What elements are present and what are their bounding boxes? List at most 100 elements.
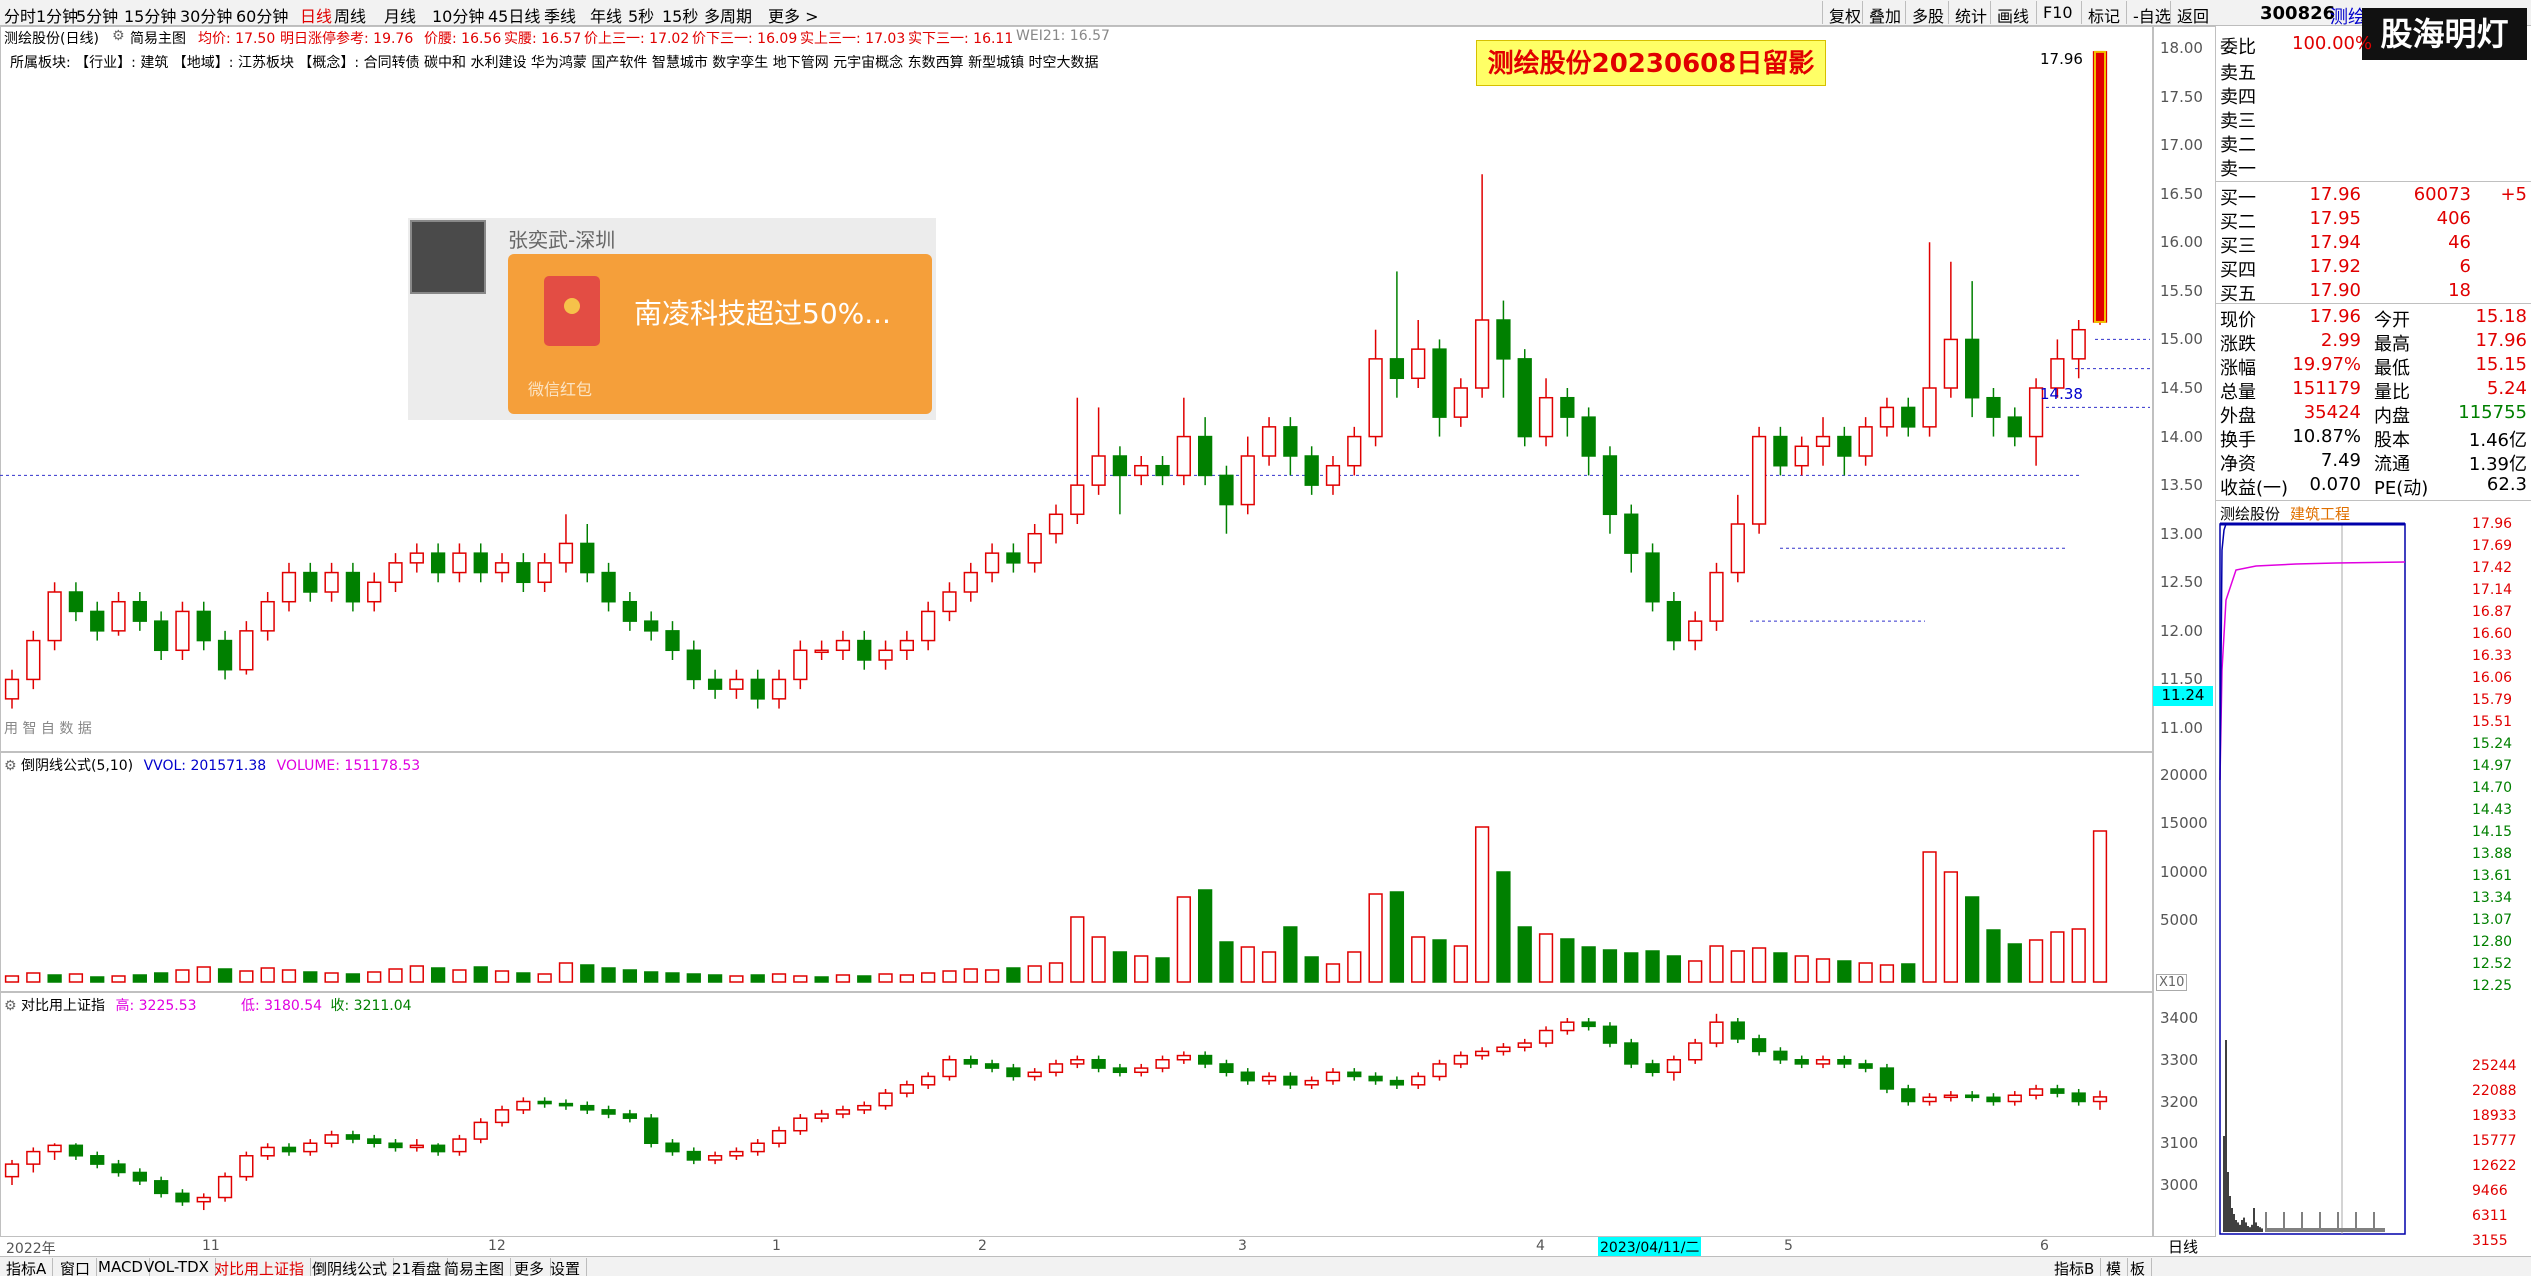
vol-indicator-name[interactable]: 倒阴线公式(5,10): [21, 758, 133, 774]
stat-row: 收益(一) 0.070 PE(动) 62.3: [2216, 473, 2531, 499]
mini-price-axis-label: 14.43: [2472, 802, 2513, 818]
price-candle: [1240, 455, 1255, 506]
price-candle: [1453, 387, 1468, 418]
mini-volume-axis-label: 9466: [2472, 1183, 2508, 1199]
index-candle: [1389, 1079, 1405, 1086]
bid-price: 17.90: [2309, 280, 2361, 301]
stat-value: 15.15: [2475, 354, 2527, 375]
volume-bar: [1794, 955, 1809, 983]
volume-bar: [1304, 956, 1319, 983]
volume-bar: [452, 969, 467, 983]
volume-bar: [921, 972, 936, 983]
price-candle: [1496, 319, 1511, 360]
volume-bar: [899, 974, 914, 983]
indicator-tab[interactable]: 倒阴线公式: [306, 1258, 395, 1276]
stat-label: PE(动): [2374, 478, 2429, 499]
index-candle: [622, 1113, 638, 1119]
price-candle: [111, 600, 126, 632]
volume-bar: [1240, 946, 1255, 983]
price-candle: [1368, 358, 1383, 438]
price-candle: [1517, 358, 1532, 438]
ratio-value: 100.00%: [2292, 33, 2373, 54]
ask-row: 卖三: [2216, 106, 2531, 132]
price-candle: [1858, 426, 1873, 457]
mid-price-tag: 14.38: [2040, 385, 2083, 403]
index-candle: [1986, 1096, 2001, 1103]
index-candle: [1304, 1079, 1319, 1086]
volume-bar: [1922, 851, 1937, 983]
divider: [2216, 303, 2531, 304]
price-candle: [1198, 435, 1213, 477]
volume-bar: [942, 970, 957, 983]
divider: [2216, 500, 2531, 501]
divider: [2216, 181, 2531, 182]
mini-price-axis-label: 17.14: [2472, 582, 2513, 598]
volume-bar: [1560, 938, 1575, 983]
index-candle: [111, 1163, 126, 1174]
index-candle: [90, 1155, 105, 1165]
price-candle: [1048, 513, 1064, 535]
price-candle: [1325, 464, 1341, 486]
gear-icon[interactable]: ⚙: [4, 998, 17, 1014]
price-candle: [1474, 319, 1490, 389]
volume-bar: [1901, 963, 1916, 983]
ask-label: 卖一: [2220, 159, 2256, 180]
price-candle: [1411, 348, 1426, 380]
index-candle: [1688, 1042, 1703, 1061]
wechat-notification[interactable]: 张奕武-深圳 南凌科技超过50%... 微信红包: [408, 218, 936, 420]
price-candle: [494, 562, 510, 574]
price-candle: [1730, 523, 1745, 574]
price-axis-label: 16.00: [2160, 233, 2203, 252]
price-candle: [409, 552, 424, 564]
price-candle: [1879, 406, 1895, 428]
mini-volume-axis-label: 25244: [2472, 1058, 2517, 1074]
indicator-tab[interactable]: 窗口: [54, 1258, 98, 1276]
index-candle: [430, 1144, 446, 1153]
price-candle: [4, 678, 20, 700]
indicator-tab[interactable]: 简易主图: [438, 1258, 512, 1276]
index-candle: [1879, 1067, 1895, 1090]
stat-value: 5.24: [2486, 378, 2527, 399]
month-label: 3: [1238, 1238, 1247, 1254]
volume-bar: [729, 975, 744, 983]
price-candle: [260, 600, 275, 632]
mini-price-axis-label: 15.51: [2472, 714, 2513, 730]
index-indicator-name[interactable]: 对比用上证指: [21, 998, 105, 1014]
volume-bar: [1645, 950, 1660, 983]
volume-bar: [835, 974, 851, 983]
volume-bar: [1666, 955, 1682, 983]
indicator-tab[interactable]: 板: [2124, 1258, 2153, 1276]
price-candle: [1134, 464, 1149, 477]
index-candle: [686, 1150, 701, 1161]
price-candle: [771, 678, 787, 700]
index-candle: [1560, 1021, 1575, 1032]
index-candle: [1666, 1059, 1682, 1074]
date-marker: 2023/04/11/二: [1598, 1237, 1702, 1257]
stock-name[interactable]: 测绘: [2330, 3, 2366, 29]
price-candle: [303, 571, 318, 593]
month-label: 6: [2040, 1238, 2049, 1254]
indicator-tab[interactable]: 指标B: [2048, 1258, 2102, 1276]
indicator-tab[interactable]: 指标A: [0, 1258, 54, 1276]
volume-bar: [1858, 962, 1873, 983]
index-candle: [367, 1138, 382, 1144]
index-candle: [1901, 1088, 1916, 1103]
indicator-tab[interactable]: 对比用上证指: [208, 1258, 312, 1276]
period-label[interactable]: 日线: [2168, 1236, 2198, 1257]
price-candle: [814, 649, 829, 654]
volume-bar: [1965, 896, 1980, 983]
index-candle: [516, 1100, 531, 1111]
gear-icon[interactable]: ⚙: [4, 758, 17, 774]
index-candle: [175, 1192, 190, 1203]
order-ratio-row: 委比 100.00%: [2216, 32, 2531, 58]
red-packet-card[interactable]: 南凌科技超过50%... 微信红包: [508, 254, 932, 414]
indicator-tab[interactable]: VOL-TDX: [138, 1258, 216, 1276]
bid-volume: 18: [2448, 280, 2471, 301]
volume-bar: [26, 972, 41, 983]
volume-bar: [622, 969, 638, 983]
volume-bar: [558, 962, 574, 983]
stat-value: 115755: [2458, 402, 2527, 423]
price-axis-label: 18.00: [2160, 39, 2203, 57]
index-candle: [2092, 1096, 2108, 1103]
indicator-tab[interactable]: 设置: [544, 1258, 588, 1276]
